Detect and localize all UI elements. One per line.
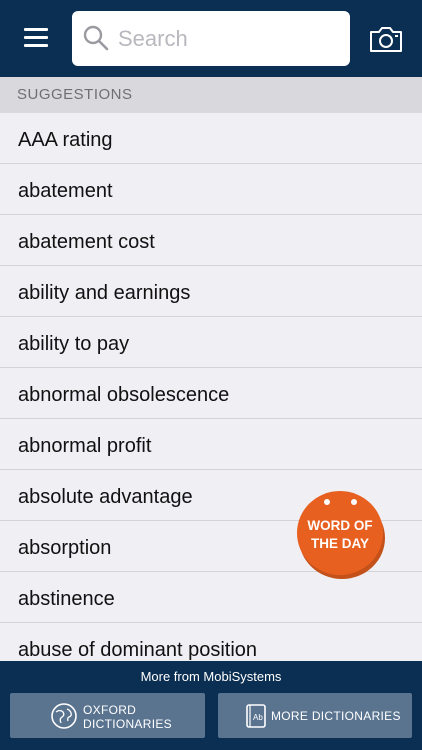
- word-of-the-day-button[interactable]: WORD OF THE DAY: [297, 491, 385, 579]
- svg-text:Ab: Ab: [253, 713, 263, 722]
- list-item[interactable]: ability and earnings: [0, 266, 422, 317]
- word-of-the-day-badge: WORD OF THE DAY: [297, 491, 383, 575]
- list-item[interactable]: abnormal obsolescence: [0, 368, 422, 419]
- oxford-label-line1: OXFORD: [83, 703, 137, 717]
- search-input[interactable]: [118, 11, 340, 66]
- word-of-the-day-line1: WORD OF: [307, 518, 373, 533]
- calendar-ring-icon: [324, 499, 330, 505]
- more-dictionaries-button[interactable]: Ab MORE DICTIONARIES: [218, 693, 412, 738]
- oxford-dictionaries-button[interactable]: OXFORD DICTIONARIES: [10, 693, 205, 738]
- more-dictionaries-label: MORE DICTIONARIES: [271, 709, 401, 723]
- list-item[interactable]: AAA rating: [0, 113, 422, 164]
- calendar-ring-icon: [351, 499, 357, 505]
- list-item[interactable]: abnormal profit: [0, 419, 422, 470]
- bottom-bar: More from MobiSystems OXFORD DICTIONARIE…: [0, 661, 422, 750]
- word-of-the-day-line2: THE DAY: [310, 536, 369, 551]
- search-box[interactable]: [72, 11, 350, 66]
- suggestions-header: SUGGESTIONS: [0, 77, 422, 113]
- top-bar: [0, 0, 422, 77]
- list-item[interactable]: ability to pay: [0, 317, 422, 368]
- list-item[interactable]: abatement cost: [0, 215, 422, 266]
- camera-icon[interactable]: [368, 24, 404, 54]
- list-item[interactable]: abuse of dominant position: [0, 623, 422, 661]
- hamburger-menu-icon[interactable]: [22, 27, 50, 49]
- list-item[interactable]: abatement: [0, 164, 422, 215]
- oxford-label-line2: DICTIONARIES: [83, 717, 172, 731]
- search-icon: [83, 25, 109, 51]
- list-item[interactable]: abstinence: [0, 572, 422, 623]
- dictionary-book-icon: Ab: [246, 704, 266, 728]
- more-from-label: More from MobiSystems: [140, 669, 282, 684]
- globe-icon: [51, 703, 77, 729]
